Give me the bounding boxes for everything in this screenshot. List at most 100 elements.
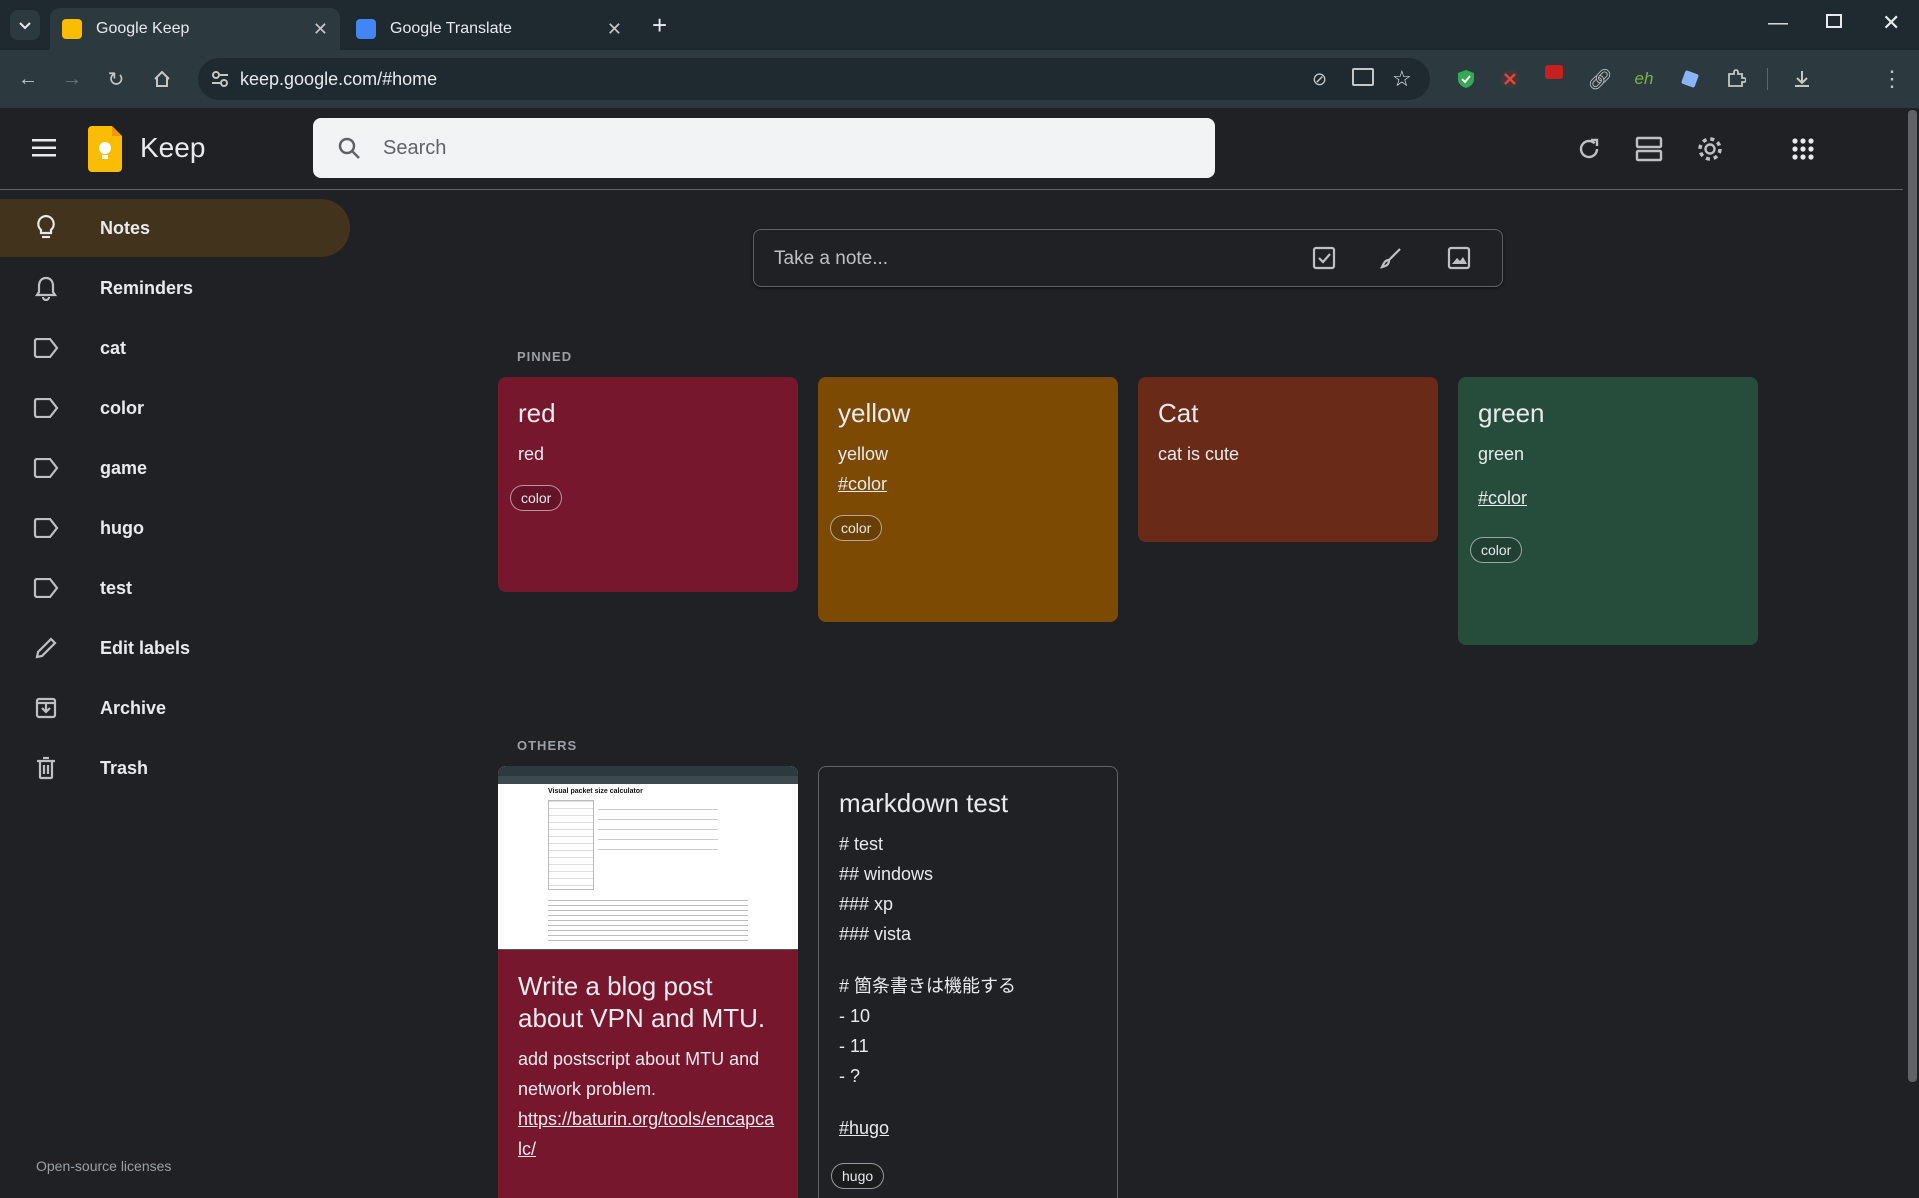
sidebar-item-label: game: [100, 457, 148, 478]
bookmark-star-icon[interactable]: ☆: [1392, 66, 1412, 92]
sidebar-item-label: Archive: [100, 697, 167, 718]
note-line: # 箇条書きは機能する: [839, 976, 1017, 996]
eye-off-icon[interactable]: ⊘: [1312, 69, 1327, 90]
note-card-green[interactable]: green green #color color: [1458, 377, 1758, 645]
tab-google-translate[interactable]: Google Translate ✕: [344, 8, 634, 50]
take-note-input[interactable]: Take a note...: [774, 248, 888, 270]
install-app-icon[interactable]: [1352, 68, 1374, 86]
link-extension-icon[interactable]: 🔗︎: [1587, 67, 1612, 91]
new-drawing-icon[interactable]: [1379, 246, 1403, 270]
reload-icon[interactable]: ↻: [104, 67, 128, 91]
pencil-icon: [32, 634, 60, 662]
hashtag-link[interactable]: #hugo: [839, 1118, 889, 1138]
home-icon[interactable]: [150, 67, 174, 91]
note-line: add postscript about MTU and network pro…: [518, 1049, 760, 1099]
restore-button[interactable]: [1826, 14, 1842, 28]
note-line: ## windows: [839, 864, 934, 884]
minimize-button[interactable]: —: [1768, 12, 1788, 35]
back-icon[interactable]: ←: [16, 67, 40, 91]
label-icon: [32, 334, 60, 362]
sidebar-item-label: Reminders: [100, 277, 194, 298]
sidebar-item-trash[interactable]: Trash: [0, 739, 350, 797]
settings-gear-icon[interactable]: [1696, 135, 1724, 163]
list-view-icon[interactable]: [1635, 136, 1663, 162]
close-tab-icon[interactable]: ✕: [607, 19, 622, 40]
address-bar[interactable]: keep.google.com/#home ⊘ ☆: [198, 58, 1430, 100]
label-chip[interactable]: color: [510, 485, 563, 511]
label-chip[interactable]: color: [830, 515, 883, 541]
search-input[interactable]: Search: [383, 137, 446, 160]
note-body: add postscript about MTU and network pro…: [498, 1034, 798, 1164]
page-scrollbar-thumb[interactable]: [1908, 110, 1917, 1082]
sidebar-item-hugo[interactable]: hugo: [0, 499, 350, 557]
note-image-thumbnail[interactable]: Visual packet size calculator: [498, 766, 798, 950]
sidebar-item-notes[interactable]: Notes: [0, 199, 350, 257]
note-body: cat is cute: [1138, 429, 1438, 469]
archive-icon: [32, 694, 60, 722]
cloud-extension-icon[interactable]: [1678, 67, 1702, 91]
note-card-yellow[interactable]: yellow yellow #color color: [818, 377, 1118, 622]
blocker-extension-icon[interactable]: [1498, 67, 1522, 91]
browser-tab-strip: Google Keep ✕ Google Translate ✕ + — ✕: [0, 0, 1919, 50]
note-card-cat[interactable]: Cat cat is cute: [1138, 377, 1438, 542]
trash-icon: [32, 754, 60, 782]
google-apps-icon[interactable]: [1792, 138, 1814, 160]
extensions-puzzle-icon[interactable]: [1724, 67, 1748, 91]
keep-header: Keep Search: [0, 108, 1903, 190]
note-line: - 10: [839, 1006, 871, 1026]
note-body: green #color: [1458, 429, 1758, 513]
tab-google-keep[interactable]: Google Keep ✕: [50, 8, 340, 50]
sidebar-item-label: hugo: [100, 517, 144, 538]
note-line: - 11: [839, 1036, 869, 1056]
sidebar-item-reminders[interactable]: Reminders: [0, 259, 350, 317]
sidebar-item-edit-labels[interactable]: Edit labels: [0, 619, 350, 677]
sidebar-item-archive[interactable]: Archive: [0, 679, 350, 737]
main-menu-icon[interactable]: [32, 138, 56, 158]
sidebar-item-color[interactable]: color: [0, 379, 350, 437]
tab-search-dropdown[interactable]: [10, 10, 40, 40]
site-info-icon[interactable]: [210, 69, 230, 89]
hashtag-link[interactable]: #color: [1478, 488, 1527, 508]
note-body: red: [498, 429, 798, 469]
browser-toolbar: ← → ↻ keep.google.com/#home ⊘ ☆ 283 🔗︎ e…: [0, 50, 1919, 144]
browser-menu-icon[interactable]: ⋮: [1880, 66, 1904, 91]
forward-icon[interactable]: →: [60, 67, 84, 91]
keep-logo-icon[interactable]: [88, 126, 122, 172]
others-section-label: OTHERS: [517, 738, 578, 753]
close-window-button[interactable]: ✕: [1882, 10, 1900, 36]
new-image-note-icon[interactable]: [1447, 246, 1471, 270]
note-card-red[interactable]: red red color: [498, 377, 798, 592]
translate-favicon-icon: [356, 19, 376, 39]
eh-extension-icon[interactable]: eh: [1632, 67, 1656, 91]
note-card-markdown-test[interactable]: markdown test # test ## windows ### xp #…: [818, 766, 1118, 1198]
pinned-section-label: PINNED: [517, 349, 573, 364]
search-bar[interactable]: Search: [313, 118, 1215, 178]
downloads-icon[interactable]: [1790, 67, 1814, 91]
hashtag-link[interactable]: #color: [838, 474, 887, 494]
app-name[interactable]: Keep: [140, 132, 205, 164]
note-url-link[interactable]: https://baturin.org/tools/encapcalc/: [518, 1109, 774, 1159]
note-card-blog-post[interactable]: Visual packet size calculator Write a bl…: [498, 766, 798, 1198]
bell-icon: [32, 274, 60, 302]
label-icon: [32, 514, 60, 542]
sidebar-item-cat[interactable]: cat: [0, 319, 350, 377]
label-icon: [32, 574, 60, 602]
sidebar-item-label: Trash: [100, 757, 149, 778]
note-line: cat is cute: [1158, 444, 1240, 464]
sidebar-item-game[interactable]: game: [0, 439, 350, 497]
sidebar: Notes Reminders cat color game hugo test…: [0, 190, 360, 1198]
close-tab-icon[interactable]: ✕: [313, 19, 328, 40]
open-source-licenses-link[interactable]: Open-source licenses: [36, 1158, 171, 1174]
page-scrollbar-track[interactable]: [1905, 108, 1919, 1198]
new-tab-button[interactable]: +: [652, 10, 667, 41]
shield-extension-icon[interactable]: [1454, 67, 1478, 91]
badge-extension-icon[interactable]: [1542, 60, 1566, 84]
refresh-icon[interactable]: [1576, 136, 1602, 162]
sidebar-item-test[interactable]: test: [0, 559, 350, 617]
new-list-icon[interactable]: [1312, 246, 1336, 270]
label-chip[interactable]: hugo: [831, 1163, 885, 1189]
note-title: yellow: [838, 398, 911, 428]
search-icon[interactable]: [337, 136, 361, 160]
note-composer[interactable]: Take a note...: [753, 229, 1503, 287]
label-chip[interactable]: color: [1470, 537, 1523, 563]
